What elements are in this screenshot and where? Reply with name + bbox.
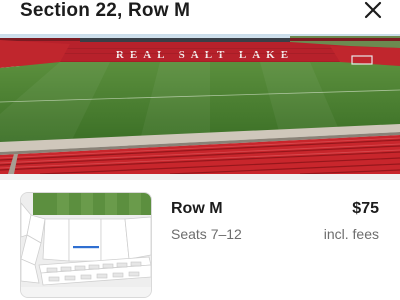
- selected-row-marker: [73, 246, 99, 249]
- price-label: $75: [352, 200, 379, 217]
- row-label: Row M: [171, 200, 223, 217]
- section-map[interactable]: [20, 192, 152, 298]
- fees-note: incl. fees: [323, 226, 379, 242]
- header: Section 22, Row M: [0, 0, 400, 24]
- stand-lettering: REAL SALT LAKE: [116, 49, 294, 61]
- close-icon: [364, 1, 382, 19]
- section-divider: [0, 174, 400, 180]
- seats-label: Seats 7–12: [171, 226, 242, 242]
- svg-text:REAL SALT LAKE: REAL SALT LAKE: [116, 49, 294, 61]
- close-button[interactable]: [362, 0, 384, 22]
- page-title: Section 22, Row M: [20, 0, 191, 21]
- seat-view-photo: REAL SALT LAKE: [0, 34, 400, 174]
